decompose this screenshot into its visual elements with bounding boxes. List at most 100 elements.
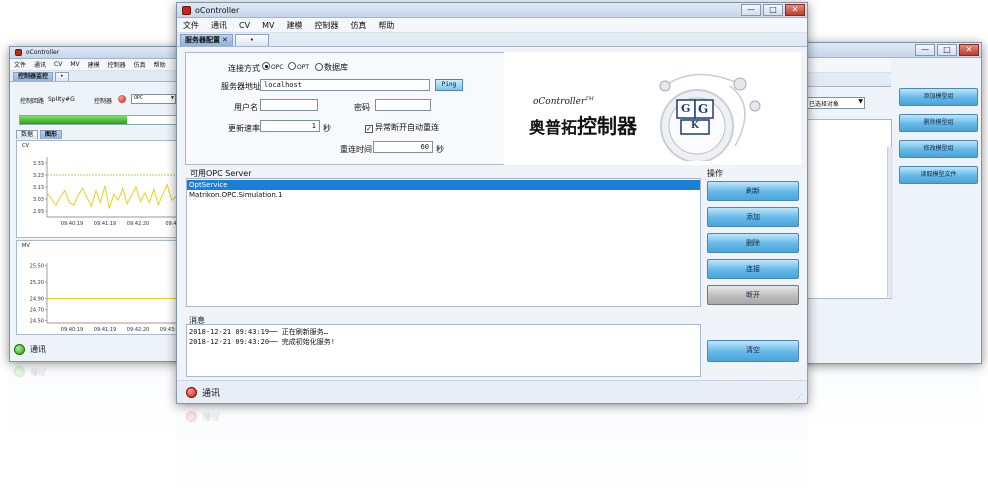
cv-series-line [46,183,185,209]
menu-item-help[interactable]: 帮助 [372,20,400,31]
maximize-button[interactable]: □ [763,4,783,16]
left-background-window: oController 文件 通讯 CV MV 建模 控制器 仿真 帮助 控制器… [9,46,186,362]
ping-button[interactable]: Ping [435,79,463,91]
maximize-button[interactable]: □ [937,44,957,56]
mv-y-tick: 25.50 [30,264,44,270]
server-address-label: 服务器地址 [221,82,261,91]
cube-letter-k: K [691,121,699,131]
list-item[interactable]: Matrikon.OPC.Simulation.1 [187,190,700,200]
main-status: 通讯 [186,386,220,399]
cv-chart-panel: CV 3.33 3.23 3.13 3.03 2.93 09:40:19 09:41:19 0… [16,140,186,238]
menu-item-controller[interactable]: 控制器 [104,60,130,69]
messages-box: 2018-12-21 09:43:19── 正在刷新服务… 2018-12-21… [186,324,701,377]
menu-item-sim[interactable]: 仿真 [344,20,372,31]
left-status-text: 通讯 [30,345,46,354]
tab-blank[interactable]: • [55,72,69,81]
progress-fill [20,116,128,124]
chevron-down-icon: ▼ [858,98,863,105]
delete-model-group-button[interactable]: 删除模型组 [899,114,978,132]
cube-letter-g2: G [698,102,709,116]
mv-x-tick: 09:40:19 [61,327,83,333]
checkbox-icon[interactable]: ✓ [365,125,373,133]
connect-button[interactable]: 连接 [707,259,799,279]
menu-item-file[interactable]: 文件 [177,20,205,31]
conn-option-opt[interactable]: OPT [288,62,309,71]
menu-item-help[interactable]: 帮助 [150,60,170,69]
reflected-left-status-text: 通讯 [30,367,46,376]
cube-letter-g1: G [681,102,691,115]
refresh-button[interactable]: 刷新 [707,181,799,201]
mv-y-tick: 25.20 [30,280,44,286]
menu-item-comm[interactable]: 通讯 [205,20,233,31]
progress-bar [19,115,179,125]
conn-option-db[interactable]: 数据库 [315,62,348,73]
controller-select[interactable]: OPC ▼ [131,94,176,104]
menu-item-file[interactable]: 文件 [10,60,30,69]
menu-item-mv[interactable]: MV [256,21,280,30]
main-menubar: 文件 通讯 CV MV 建模 控制器 仿真 帮助 [177,18,807,33]
reflected-green-icon [14,366,25,377]
close-button[interactable]: ✕ [959,44,979,56]
reflected-status-text: 通讯 [202,410,221,420]
status-red-icon [186,387,197,398]
mv-chart-panel: MV 25.50 25.20 24.90 24.70 24.50 09:40:19 09:4… [16,240,186,335]
right-window-titlebar[interactable]: — □ ✕ [791,43,981,58]
object-select[interactable]: 已选择对象 ▼ [805,97,865,109]
password-input[interactable] [375,99,431,111]
reflection-status: 通讯 [186,410,220,423]
window-title: oController [195,5,240,15]
delete-button[interactable]: 删除 [707,233,799,253]
main-titlebar[interactable]: oController — □ ✕ [177,3,807,18]
read-model-file-button[interactable]: 读取模型文件 [899,166,978,184]
mv-x-tick: 09:42:20 [127,327,149,333]
menu-item-cv[interactable]: CV [50,61,66,68]
cv-y-tick: 2.93 [33,209,44,215]
mv-y-tick: 24.70 [30,307,44,313]
reconnect-time-input[interactable]: 60 [373,141,433,153]
disconnect-button[interactable]: 断开 [707,285,799,305]
tab-close-icon[interactable]: ✕ [222,36,228,44]
reflection-left-status: 通讯 [14,366,46,377]
auto-reconnect-checkbox[interactable]: ✓ 异常断开自动重连 [365,122,439,133]
add-button[interactable]: 添加 [707,207,799,227]
menu-item-model[interactable]: 建模 [84,60,104,69]
add-model-group-button[interactable]: 添加模型组 [899,88,978,106]
minimize-button[interactable]: — [915,44,935,56]
menu-item-mv[interactable]: MV [66,61,83,68]
minimize-button[interactable]: — [741,4,761,16]
subtab-data[interactable]: 数据 [16,130,39,139]
left-tabrow: 控制器监控 • [10,71,184,82]
menu-item-controller[interactable]: 控制器 [308,20,344,31]
menu-item-cv[interactable]: CV [233,21,256,30]
opc-server-list[interactable]: OptService Matrikon.OPC.Simulation.1 [186,178,701,307]
left-window-titlebar[interactable]: oController [10,47,184,59]
conn-option-opc[interactable]: OPC [262,62,284,71]
modify-model-group-button[interactable]: 修改模型组 [899,140,978,158]
app-icon [182,5,191,15]
clear-button[interactable]: 清空 [707,340,799,362]
right-scrollbar[interactable] [887,147,893,297]
cv-y-tick: 3.03 [33,197,44,203]
menu-item-model[interactable]: 建模 [280,20,308,31]
close-button[interactable]: ✕ [785,4,805,16]
radio-opt[interactable] [288,62,296,70]
radio-opc[interactable] [262,62,270,70]
subtab-graph[interactable]: 图形 [40,130,63,139]
username-input[interactable] [260,99,318,111]
right-list-panel [805,119,892,299]
update-rate-input[interactable]: 1 [260,120,320,132]
list-item[interactable]: OptService [187,180,700,190]
server-address-input[interactable]: localhost [260,79,430,91]
cv-x-tick: 09:4 [165,221,176,227]
tab-blank[interactable]: • [234,34,269,46]
menu-item-sim[interactable]: 仿真 [130,60,150,69]
mv-chart: 25.50 25.20 24.90 24.70 24.50 09:40:19 09:41:1… [30,263,185,333]
status-text: 通讯 [202,389,221,399]
tab-controller-monitor[interactable]: 控制器监控 [13,72,54,81]
radio-db[interactable] [315,63,323,71]
cv-y-tick: 3.13 [33,185,44,191]
message-line: 2018-12-21 09:43:19── 正在刷新服务… [189,328,328,336]
tab-server-config[interactable]: 服务器配置 ✕ [180,34,233,46]
menu-item-comm[interactable]: 通讯 [30,60,50,69]
main-tabrow: 服务器配置 ✕ • [177,33,807,47]
